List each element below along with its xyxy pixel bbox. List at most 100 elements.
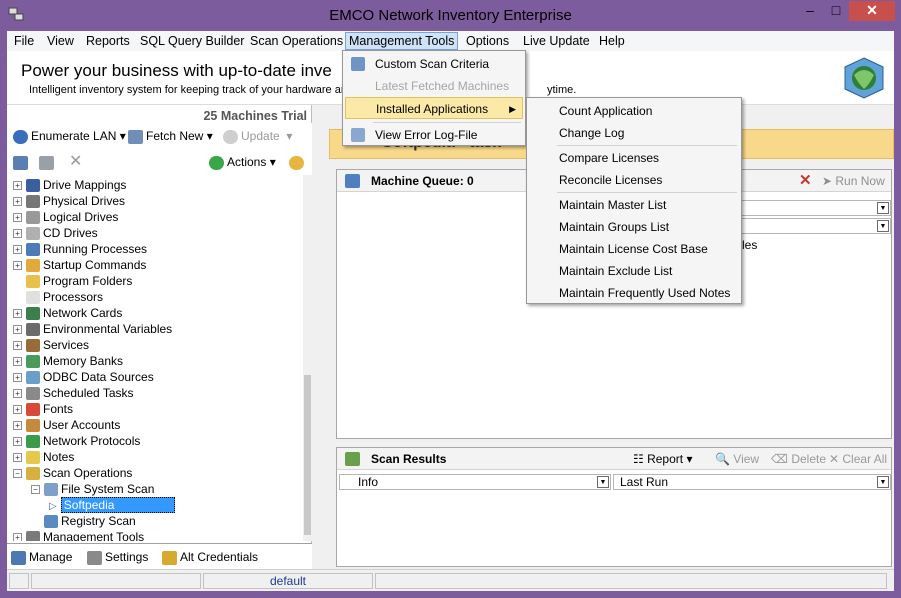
tree-item[interactable]: + Running Processes [13,241,147,257]
tree-item[interactable]: + Logical Drives [13,209,118,225]
status-panel-3 [375,573,887,589]
tree-item[interactable]: + Memory Banks [13,353,123,369]
delete-icon[interactable]: ✕ [69,153,82,171]
menu-file[interactable]: File [11,33,37,51]
menu-view[interactable]: View [44,33,77,51]
tree-scrollbar[interactable] [303,175,312,541]
tree-item[interactable]: + Fonts [13,401,73,417]
expand-icon[interactable]: + [13,181,22,191]
actions-button[interactable]: Actions ▾ [209,153,276,171]
tree-item-icon [26,419,40,433]
maximize-button[interactable]: □ [823,1,849,21]
expand-icon[interactable]: + [13,453,22,463]
menu-sql-query-builder[interactable]: SQL Query Builder [137,33,247,51]
expand-icon[interactable]: + [13,373,22,383]
add-machine-icon[interactable] [13,153,31,171]
tree-item[interactable]: + Network Cards [13,305,122,321]
expand-icon[interactable]: − [13,469,22,479]
expand-icon[interactable]: + [13,533,22,541]
expand-icon[interactable]: + [13,405,22,415]
tree-item[interactable]: + Drive Mappings [13,177,126,193]
menu-scan-operations[interactable]: Scan Operations [247,33,346,51]
tree-item[interactable]: + Startup Commands [13,257,146,273]
tree-item[interactable]: + Services [13,337,89,353]
chevron-down-icon[interactable]: ▼ [597,476,609,488]
submenu-item[interactable]: Compare Licenses [529,147,739,169]
tab-settings[interactable]: Settings [87,548,148,566]
column-last-run[interactable]: Last Run ▼ [613,474,891,490]
menu-reports[interactable]: Reports [83,33,133,51]
tree-item[interactable]: + Notes [13,449,74,465]
minimize-button[interactable]: – [797,1,823,21]
tree-item[interactable]: + Network Protocols [13,433,140,449]
tree-item[interactable]: + ODBC Data Sources [13,369,154,385]
scrollbar-thumb[interactable] [304,375,311,535]
submenu-item[interactable]: Maintain Groups List [529,216,739,238]
tab-manage-label: Manage [29,550,73,564]
chevron-down-icon[interactable]: ▼ [877,220,889,232]
report-button[interactable]: ☷ Report ▾ [633,452,692,466]
tree-item[interactable]: − File System Scan [31,481,154,497]
tree-item[interactable]: − Scan Operations [13,465,132,481]
menu-separator [557,192,737,193]
tree-item[interactable]: + Scheduled Tasks [13,385,134,401]
delete-button[interactable]: ⌫ Delete [771,452,826,466]
expand-icon[interactable]: + [13,325,22,335]
enumerate-lan-button[interactable]: Enumerate LAN ▾ [13,127,126,145]
expand-icon[interactable]: + [13,309,22,319]
submenu-item[interactable]: Count Application [529,100,739,122]
tree-item[interactable]: ▷ Softpedia [49,497,176,513]
submenu-item[interactable]: Reconcile Licenses [529,169,739,191]
expand-icon[interactable]: + [13,437,22,447]
remove-machine-icon[interactable] [39,153,57,171]
tree-item-label: CD Drives [43,226,98,240]
run-now-button[interactable]: ➤ Run Now [822,174,885,188]
expand-icon[interactable]: + [13,245,22,255]
view-button[interactable]: 🔍 View [715,452,759,466]
tree-item[interactable]: Program Folders [13,273,132,289]
tree-item[interactable]: Registry Scan [31,513,136,529]
tab-manage[interactable]: Manage [11,548,72,566]
tree-item[interactable]: + Environmental Variables [13,321,172,337]
close-button[interactable]: ✕ [849,1,895,21]
menu-live-update[interactable]: Live Update [520,33,593,51]
menu-help[interactable]: Help [596,33,628,51]
expand-icon[interactable]: + [13,421,22,431]
menu-latest-fetched-machines[interactable]: Latest Fetched Machines [345,75,523,97]
submenu-item[interactable]: Maintain License Cost Base [529,238,739,260]
clear-all-label: Clear All [842,452,888,466]
expand-icon[interactable]: + [13,357,22,367]
menu-installed-applications[interactable]: Installed Applications ▶ [345,97,523,119]
delete-red-icon[interactable]: ✕ [799,171,812,189]
tree-item-label: ODBC Data Sources [43,370,154,384]
fetch-new-button[interactable]: Fetch New ▾ [128,127,213,145]
expand-icon[interactable]: + [13,197,22,207]
tree-item[interactable]: + User Accounts [13,417,120,433]
expand-icon[interactable]: + [13,229,22,239]
menu-options[interactable]: Options [463,33,512,51]
expand-icon[interactable]: + [13,389,22,399]
menu-view-error-log[interactable]: View Error Log-File [345,124,523,146]
submenu-item-label: Maintain Groups List [559,220,670,234]
submenu-item[interactable]: Maintain Frequently Used Notes [529,282,739,304]
menu-custom-scan-criteria[interactable]: Custom Scan Criteria [345,53,523,75]
expand-icon[interactable]: − [31,485,40,495]
column-info[interactable]: Info ▼ [339,474,611,490]
submenu-item[interactable]: Maintain Exclude List [529,260,739,282]
menu-management-tools[interactable]: Management Tools [345,32,459,50]
tab-alt-credentials[interactable]: Alt Credentials [162,548,258,566]
update-button[interactable]: Update ▾ [223,127,292,145]
submenu-item[interactable]: Change Log [529,122,739,144]
expand-icon[interactable]: + [13,213,22,223]
tree-item[interactable]: + CD Drives [13,225,98,241]
tree-item[interactable]: + Management Tools [13,529,144,541]
tree-item[interactable]: + Physical Drives [13,193,125,209]
search-icon[interactable] [289,153,307,171]
expand-icon[interactable]: + [13,261,22,271]
submenu-item[interactable]: Maintain Master List [529,194,739,216]
expand-icon[interactable]: + [13,341,22,351]
tree-item[interactable]: Processors [13,289,103,305]
chevron-down-icon[interactable]: ▼ [877,476,889,488]
chevron-down-icon[interactable]: ▼ [877,202,889,214]
clear-all-button[interactable]: ✕ Clear All [829,452,887,466]
